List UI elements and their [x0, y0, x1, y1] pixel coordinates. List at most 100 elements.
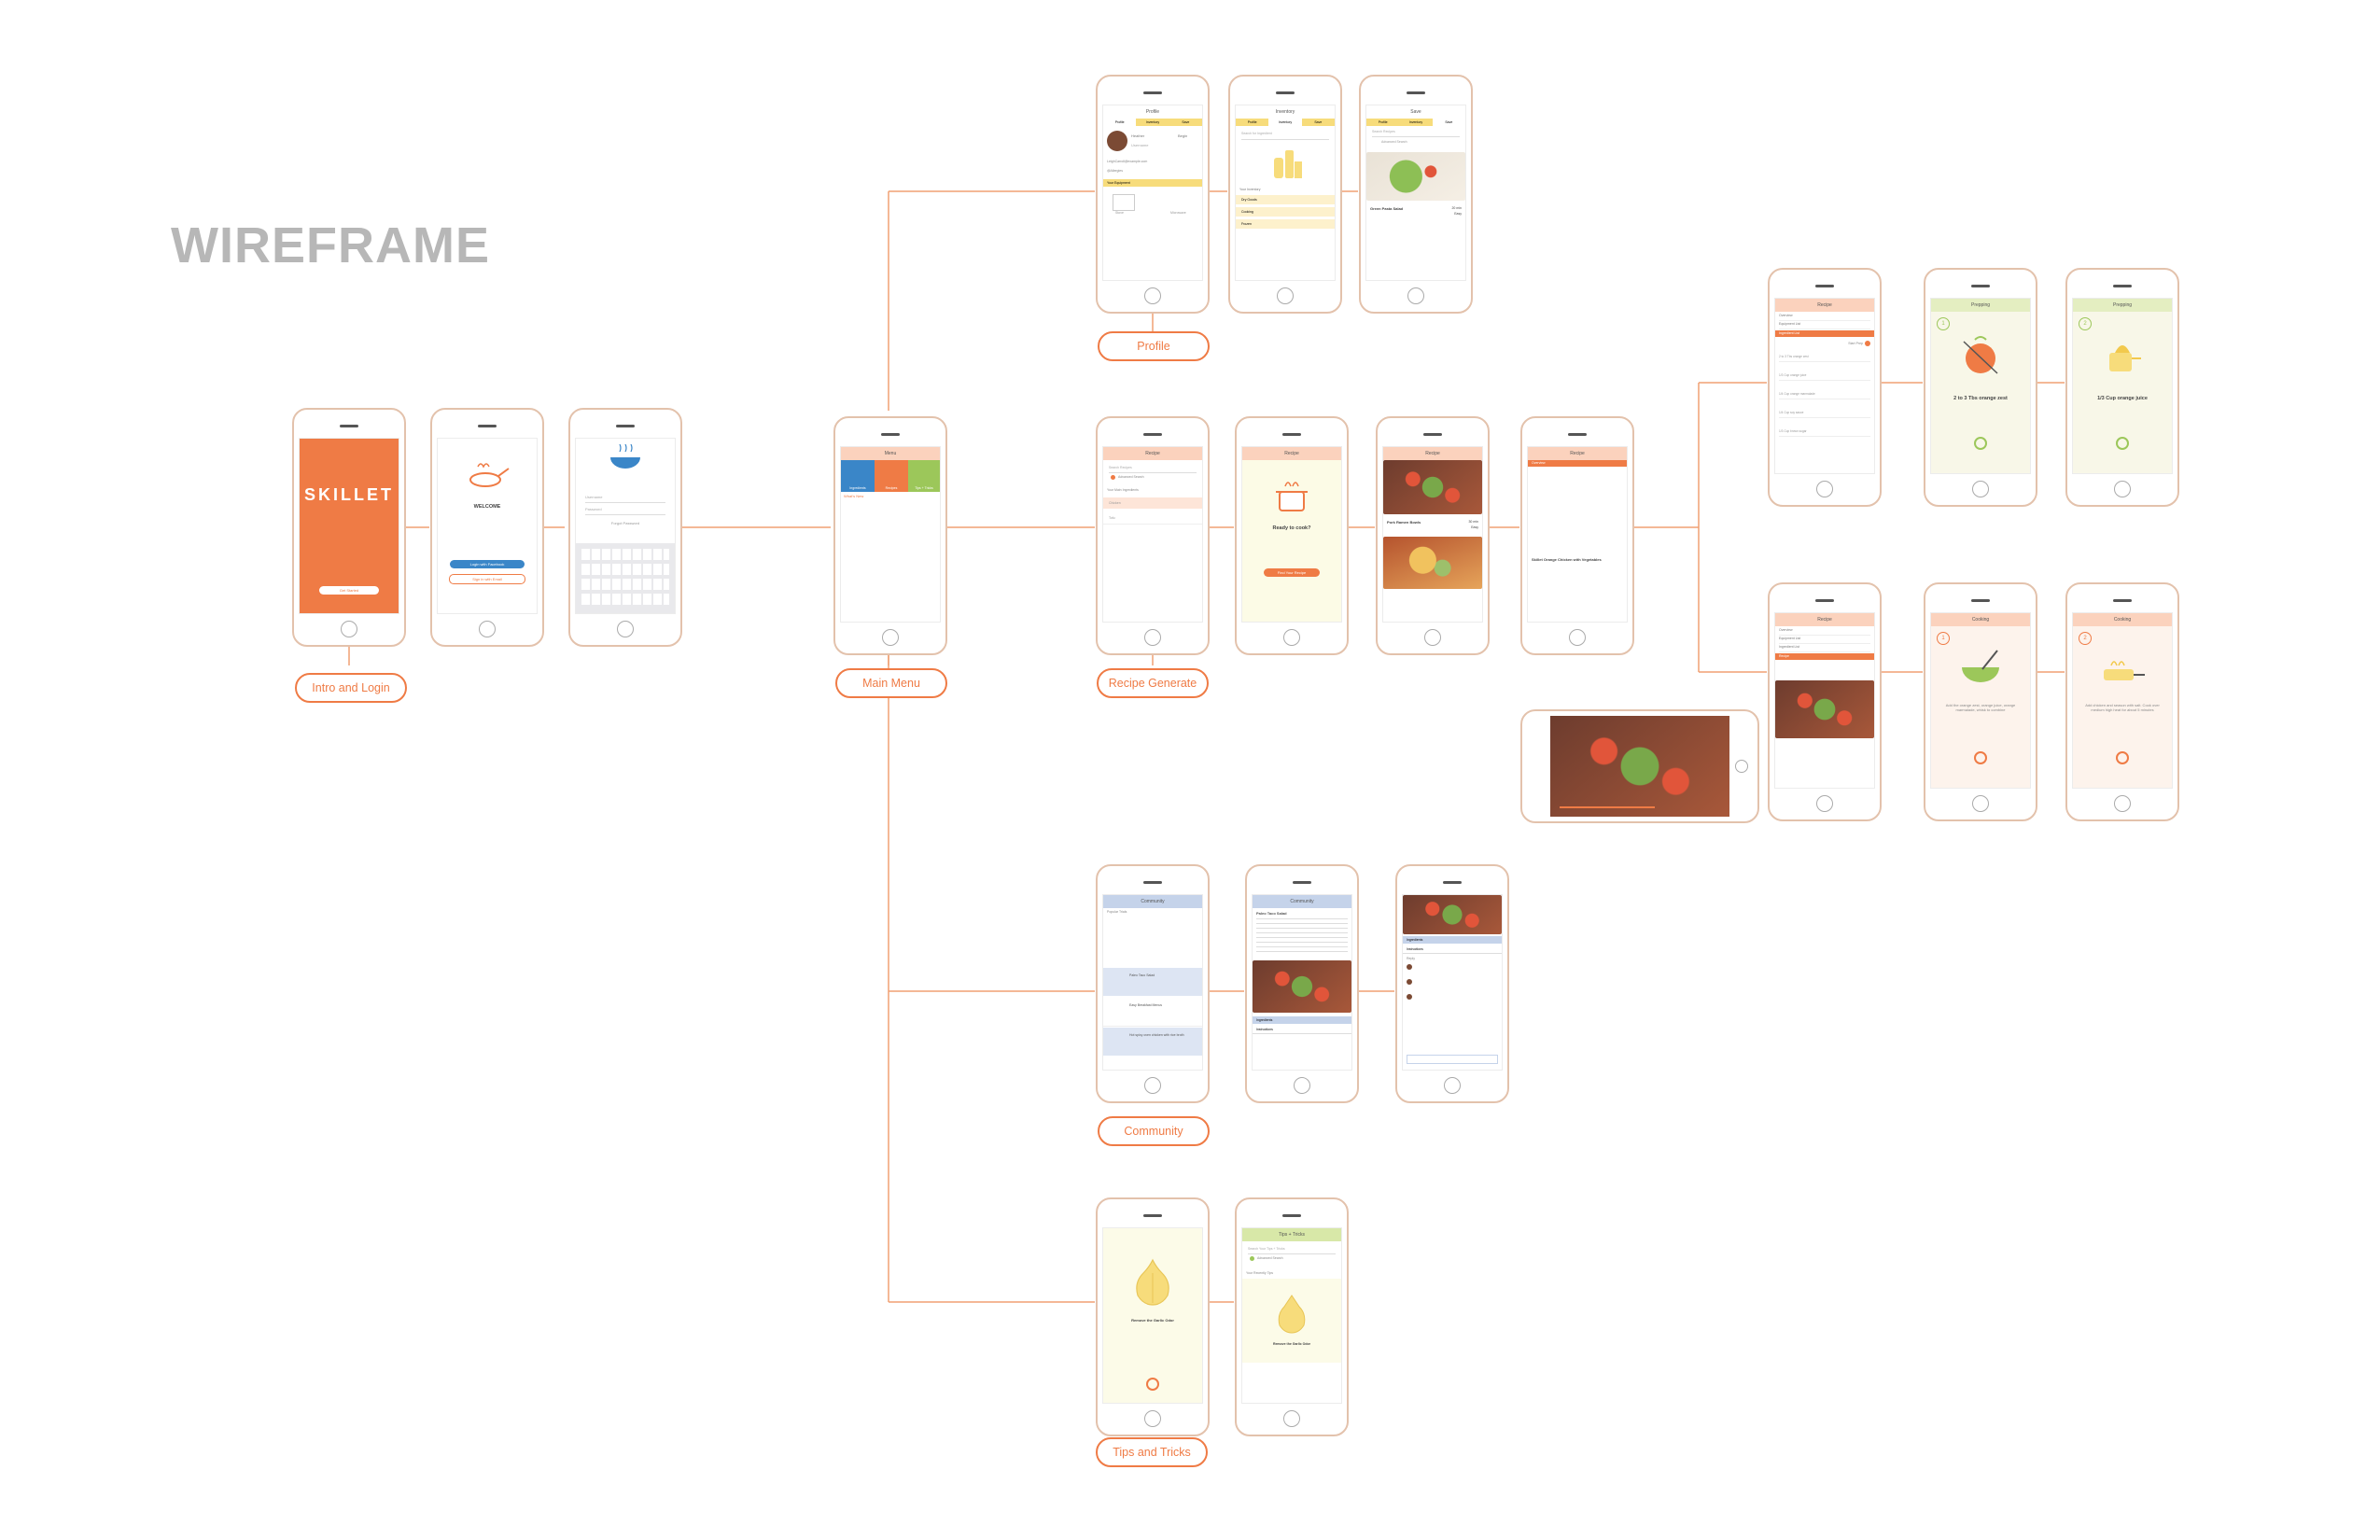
ingredient-row[interactable]: Chicken: [1103, 497, 1202, 509]
bowl-icon: [610, 444, 640, 469]
popular-image[interactable]: [1103, 917, 1202, 965]
profile-name: Heather: [1131, 133, 1145, 138]
popular-label: Popular Trials: [1107, 910, 1127, 914]
recipe-result-level: Easy: [1471, 525, 1478, 529]
detail-item-active[interactable]: Ingredient List: [1775, 330, 1874, 337]
keyboard[interactable]: [576, 543, 675, 613]
juicer-icon: [2109, 345, 2141, 371]
inventory-item[interactable]: Frozen: [1236, 219, 1335, 229]
phone-tips-search: Tips + Tricks Search Your Tips + Tricks …: [1235, 1197, 1349, 1436]
comments-section[interactable]: Instructions: [1403, 945, 1502, 954]
recipe-header: Recipe: [1103, 447, 1202, 460]
comments-section[interactable]: Ingredients: [1403, 936, 1502, 944]
post-body: [1256, 918, 1348, 954]
advanced-search-icon: [1250, 1256, 1254, 1261]
recipe-advanced-search[interactable]: Advanced Search: [1118, 475, 1144, 479]
tips-advanced-search[interactable]: Advanced Search: [1257, 1256, 1283, 1260]
step-number: 2: [2079, 317, 2092, 330]
email-login-button[interactable]: Sign in with Email: [449, 574, 525, 584]
phone-recipe-overview: Recipe Overview Skillet Orange Chicken w…: [1520, 416, 1634, 655]
phone-community: Community Popular Trials Paleo Taco Sala…: [1096, 864, 1210, 1103]
username-field[interactable]: Username: [585, 495, 665, 503]
password-field[interactable]: Password: [585, 507, 665, 515]
video-progress[interactable]: [1560, 806, 1655, 808]
post-image[interactable]: [1253, 960, 1351, 1013]
recipe-result-image-2[interactable]: [1383, 537, 1482, 589]
tip-title: Remove the Garlic Odor: [1131, 1318, 1174, 1323]
reply-label: Reply: [1407, 957, 1415, 960]
phone-community-comments: Ingredients Instructions Reply: [1395, 864, 1509, 1103]
ingredient-line: 1/3 Cup orange juice: [1779, 373, 1870, 381]
community-post[interactable]: Hot spicy oven chicken with rice broth: [1103, 1028, 1202, 1056]
label-recipe-generate: Recipe Generate: [1097, 668, 1209, 698]
phone-main-menu: Menu Ingredients Recipes Tips + Tricks W…: [833, 416, 947, 655]
inventory-tabs[interactable]: Profile Inventory Save: [1236, 119, 1335, 126]
frying-pan-icon: [2104, 661, 2145, 680]
community-post[interactable]: Easy Breakfast Menus: [1103, 998, 1202, 1027]
avatar: [1407, 994, 1412, 1000]
saved-recipe-title: Green Pasta Salad: [1370, 206, 1404, 211]
tips-search[interactable]: Search Your Tips + Tricks: [1248, 1247, 1336, 1254]
ingredient-line: 1/4 Cup soy sauce: [1779, 411, 1870, 418]
equipment-bar[interactable]: Your Equipment: [1103, 179, 1202, 187]
overview-tab[interactable]: Overview: [1528, 460, 1627, 467]
overview-image[interactable]: [1528, 467, 1627, 551]
results-header: Recipe: [1383, 447, 1482, 460]
tile-recipes[interactable]: Recipes: [875, 460, 908, 492]
recipe-video-thumb[interactable]: [1775, 680, 1874, 738]
post-section[interactable]: Instructions: [1253, 1026, 1351, 1034]
get-started-button[interactable]: Get Started: [319, 586, 379, 595]
saved-recipe-image[interactable]: [1366, 152, 1465, 201]
detail-item[interactable]: Overview: [1779, 314, 1870, 321]
avatar[interactable]: [1107, 131, 1127, 151]
prep-header-2: Prepping: [2073, 299, 2172, 312]
detail-item[interactable]: Equipment List: [1779, 637, 1870, 644]
start-prep-icon[interactable]: [1865, 341, 1870, 346]
splash-brand: SKILLET: [304, 485, 394, 504]
start-prep-link[interactable]: Start Prep: [1848, 342, 1863, 345]
video-player[interactable]: [1550, 716, 1729, 817]
avatar: [1407, 964, 1412, 970]
profile-tabs[interactable]: Profile Inventory Save: [1103, 119, 1202, 126]
phone-welcome: WELCOME Login with Facebook Sign in with…: [430, 408, 544, 647]
label-main-menu: Main Menu: [835, 668, 947, 698]
ready-title: Ready to cook?: [1272, 525, 1311, 531]
facebook-login-button[interactable]: Login with Facebook: [450, 560, 525, 568]
post-title: Paleo Taco Salad: [1256, 911, 1287, 916]
inventory-search[interactable]: Search for Ingredient: [1241, 132, 1329, 140]
comment-input[interactable]: [1407, 1055, 1498, 1064]
community-post[interactable]: Paleo Taco Salad: [1103, 968, 1202, 996]
post-section[interactable]: Ingredients: [1253, 1016, 1351, 1024]
saved-recipe-image-2[interactable]: [1366, 221, 1465, 240]
comments-image[interactable]: [1403, 895, 1502, 934]
label-profile: Profile: [1098, 331, 1210, 361]
ingredient-row[interactable]: Tofu: [1103, 512, 1202, 525]
ingredient-line: 1/3 Cup brown sugar: [1779, 429, 1870, 437]
save-tabs[interactable]: Profile Inventory Save: [1366, 119, 1465, 126]
detail-item[interactable]: Ingredient List: [1779, 645, 1870, 652]
find-recipe-button[interactable]: Find Your Recipe: [1264, 568, 1320, 577]
step-number: 2: [2079, 632, 2092, 645]
save-search[interactable]: Search Recipes: [1372, 130, 1460, 137]
community-header: Community: [1103, 895, 1202, 908]
phone-prepping-1: Prepping 1 2 to 3 Tbs orange zest: [1924, 268, 2037, 507]
tile-ingredients[interactable]: Ingredients: [841, 460, 875, 492]
detail-item[interactable]: Overview: [1779, 628, 1870, 636]
phone-ready-to-cook: Recipe Ready to cook? Find Your Recipe: [1235, 416, 1349, 655]
advanced-search-link[interactable]: Advanced Search: [1381, 140, 1407, 144]
inventory-item[interactable]: Dry Goods: [1236, 195, 1335, 204]
step-number: 1: [1937, 632, 1950, 645]
cook-header-2: Cooking: [2073, 613, 2172, 626]
detail-item-active[interactable]: Recipe: [1775, 653, 1874, 660]
prep-header: Prepping: [1931, 299, 2030, 312]
inventory-item[interactable]: Cooking: [1236, 207, 1335, 217]
cook-header: Cooking: [1931, 613, 2030, 626]
featured-image[interactable]: [841, 500, 940, 589]
detail-item[interactable]: Equipment List: [1779, 322, 1870, 329]
recipe-search[interactable]: Search Recipes: [1109, 466, 1197, 473]
forgot-password-link[interactable]: Forgot Password: [576, 521, 675, 525]
garlic-icon: [1136, 1258, 1169, 1306]
tile-tips[interactable]: Tips + Tricks: [908, 460, 940, 492]
recent-tip-card[interactable]: Remove the Garlic Odor: [1242, 1279, 1341, 1363]
recipe-result-image[interactable]: [1383, 460, 1482, 514]
